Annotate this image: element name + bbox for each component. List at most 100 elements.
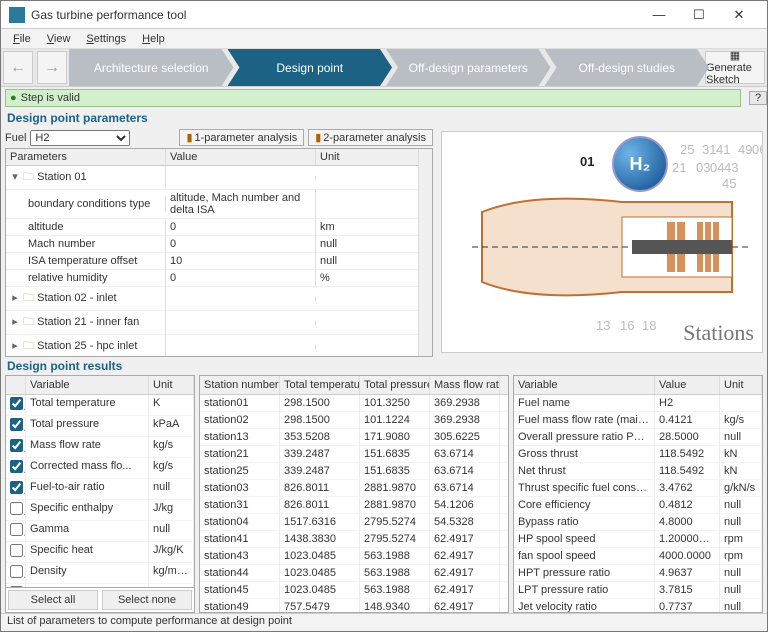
property-row[interactable]: Bypass ratio4.8000null <box>514 514 762 531</box>
diagram-title: Stations <box>683 320 754 346</box>
station-row[interactable]: station02298.1500101.1224369.2938 <box>200 412 508 429</box>
col-value[interactable]: Value <box>166 149 316 165</box>
app-icon <box>9 7 25 23</box>
nav-back-button[interactable]: ← <box>3 51 33 84</box>
variable-row[interactable]: Fuel-to-air rationull <box>6 479 194 500</box>
stations-table: Station number Total temperature Total p… <box>199 375 509 613</box>
variable-checkbox[interactable] <box>10 523 23 536</box>
variable-row[interactable]: Specific enthalpyJ/kg <box>6 500 194 521</box>
select-none-button[interactable]: Select none <box>102 590 192 610</box>
step-architecture[interactable]: Architecture selection <box>69 49 234 86</box>
property-row[interactable]: Fuel nameH2 <box>514 395 762 412</box>
one-param-analysis-button[interactable]: ▮1-parameter analysis <box>179 129 304 146</box>
property-row[interactable]: Fuel mass flow rate (main burner)0.4121k… <box>514 412 762 429</box>
property-row[interactable]: Core efficiency0.4812null <box>514 497 762 514</box>
engine-diagram: H₂ 01 25 31 41 49 06 08 21 03 04 43 45 1… <box>437 127 767 357</box>
station-row[interactable]: station13353.5208171.9080305.6225 <box>200 429 508 446</box>
menu-help[interactable]: Help <box>134 31 173 47</box>
scrollbar[interactable] <box>418 149 432 356</box>
station-row[interactable]: station441023.0485563.198862.4917 <box>200 565 508 582</box>
close-button[interactable]: ✕ <box>719 7 759 23</box>
param-row[interactable]: altitude0km <box>6 219 432 236</box>
station-row[interactable]: station31826.80112881.987054.1206 <box>200 497 508 514</box>
tree-toggle-icon[interactable]: ▾ <box>10 170 20 183</box>
station-row[interactable]: station451023.0485563.198862.4917 <box>200 582 508 599</box>
fuel-label: Fuel <box>5 132 26 144</box>
col-unit[interactable]: Unit <box>316 149 432 165</box>
variable-row[interactable]: Mass flow ratekg/s <box>6 437 194 458</box>
fuel-select[interactable]: H2 <box>30 130 130 146</box>
property-row[interactable]: Jet velocity ratio0.7737null <box>514 599 762 612</box>
help-button[interactable]: ? <box>749 91 767 105</box>
menu-file[interactable]: File <box>5 31 39 47</box>
station-row[interactable]: station411438.38302795.527462.4917 <box>200 531 508 548</box>
sketch-icon: ▦ <box>730 49 740 62</box>
variable-checkbox[interactable] <box>10 460 23 473</box>
property-row[interactable]: Net thrust118.5492kN <box>514 463 762 480</box>
variable-checkbox[interactable] <box>10 481 23 494</box>
variable-checkbox[interactable] <box>10 397 23 410</box>
param-row[interactable]: ▾ 🗀 Station 01 <box>6 166 432 190</box>
param-row[interactable]: ▸ 🗀 Station 02 - inlet <box>6 287 432 311</box>
station-row[interactable]: station49757.5479148.934062.4917 <box>200 599 508 612</box>
step-offdesign-params[interactable]: Off-design parameters <box>386 49 551 86</box>
params-tree[interactable]: Parameters Value Unit ▾ 🗀 Station 01boun… <box>5 148 433 357</box>
station-row[interactable]: station03826.80112881.987063.6714 <box>200 480 508 497</box>
variable-row[interactable]: Total temperatureK <box>6 395 194 416</box>
variable-row[interactable]: Corrected mass flo...kg/s <box>6 458 194 479</box>
tree-toggle-icon[interactable]: ▸ <box>10 315 20 328</box>
param-row[interactable]: boundary conditions typealtitude, Mach n… <box>6 190 432 219</box>
station-tag-01: 01 <box>580 154 594 169</box>
workflow-bar: ← → Architecture selection Design point … <box>1 49 767 87</box>
param-row[interactable]: Mach number0null <box>6 236 432 253</box>
nav-forward-button[interactable]: → <box>37 51 67 84</box>
chart-icon: ▮ <box>186 131 192 144</box>
variable-checkbox[interactable] <box>10 565 23 578</box>
station-row[interactable]: station431023.0485563.198862.4917 <box>200 548 508 565</box>
property-row[interactable]: Gross thrust118.5492kN <box>514 446 762 463</box>
menu-settings[interactable]: Settings <box>78 31 134 47</box>
variable-row[interactable]: Total pressurekPaA <box>6 416 194 437</box>
property-row[interactable]: Overall pressure ratio P3 / P228.5000nul… <box>514 429 762 446</box>
title-bar: Gas turbine performance tool — ☐ ✕ <box>1 1 767 29</box>
param-row[interactable]: ▸ 🗀 Station 21 - inner fan <box>6 311 432 335</box>
generate-sketch-button[interactable]: ▦ Generate Sketch <box>705 51 765 84</box>
tree-toggle-icon[interactable]: ▸ <box>10 291 20 304</box>
variable-row[interactable]: Specific heatJ/kg/K <box>6 542 194 563</box>
property-row[interactable]: LPT pressure ratio3.7815null <box>514 582 762 599</box>
station-row[interactable]: station21339.2487151.683563.6714 <box>200 446 508 463</box>
status-bar: List of parameters to compute performanc… <box>1 613 767 631</box>
col-parameters[interactable]: Parameters <box>6 149 166 165</box>
variable-checkbox[interactable] <box>10 418 23 431</box>
folder-icon: 🗀 <box>20 316 37 328</box>
station-row[interactable]: station25339.2487151.683563.6714 <box>200 463 508 480</box>
two-param-analysis-button[interactable]: ▮2-parameter analysis <box>308 129 433 146</box>
param-row[interactable]: ▸ 🗀 Station 25 - hpc inlet <box>6 335 432 357</box>
step-design-point[interactable]: Design point <box>228 49 393 86</box>
minimize-button[interactable]: — <box>639 7 679 22</box>
variable-checkbox[interactable] <box>10 502 23 515</box>
select-all-button[interactable]: Select all <box>8 590 98 610</box>
variable-row[interactable]: Gammanull <box>6 521 194 542</box>
maximize-button[interactable]: ☐ <box>679 7 719 23</box>
variable-checkbox[interactable] <box>10 544 23 557</box>
params-panel: Fuel H2 ▮1-parameter analysis ▮2-paramet… <box>1 127 437 357</box>
status-text: Step is valid <box>21 92 80 104</box>
menu-bar: File View Settings Help <box>1 29 767 49</box>
variable-checkbox[interactable] <box>10 439 23 452</box>
param-row[interactable]: ISA temperature offset10null <box>6 253 432 270</box>
station-row[interactable]: station041517.63162795.527454.5328 <box>200 514 508 531</box>
property-row[interactable]: Thrust specific fuel consumption3.4762g/… <box>514 480 762 497</box>
property-row[interactable]: fan spool speed4000.0000rpm <box>514 548 762 565</box>
tree-toggle-icon[interactable]: ▸ <box>10 339 20 352</box>
step-offdesign-studies[interactable]: Off-design studies <box>545 49 710 86</box>
station-row[interactable]: station01298.1500101.3250369.2938 <box>200 395 508 412</box>
menu-view[interactable]: View <box>39 31 79 47</box>
ok-icon: ● <box>10 92 17 104</box>
property-row[interactable]: HP spool speed1.20000e+04rpm <box>514 531 762 548</box>
chart-icon: ▮ <box>315 131 321 144</box>
param-row[interactable]: relative humidity0% <box>6 270 432 287</box>
status-banner: ● Step is valid <box>5 89 741 107</box>
variable-row[interactable]: Densitykg/m**3 <box>6 563 194 584</box>
property-row[interactable]: HPT pressure ratio4.9637null <box>514 565 762 582</box>
